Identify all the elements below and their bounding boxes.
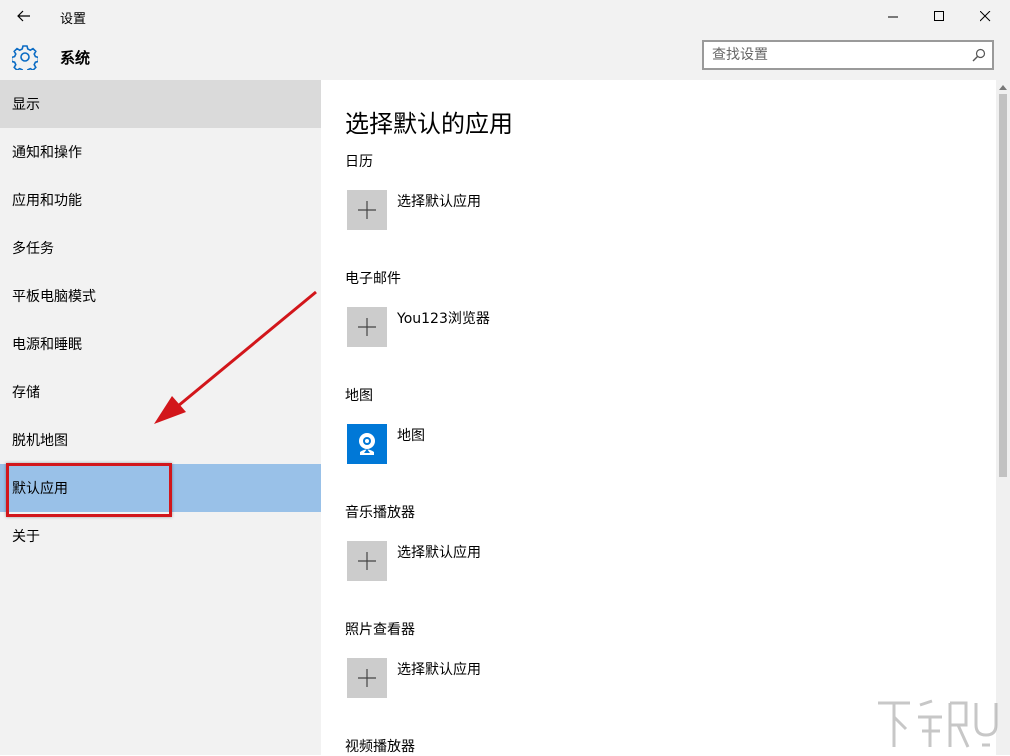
back-button[interactable]	[10, 4, 38, 28]
search-icon[interactable]	[972, 48, 986, 62]
annotation-highlight-box	[6, 463, 172, 517]
close-button[interactable]	[962, 0, 1008, 32]
sidebar-item-label: 显示	[12, 94, 40, 114]
page-title: 选择默认的应用	[345, 104, 513, 139]
vertical-scrollbar[interactable]	[996, 80, 1010, 755]
main-content: 选择默认的应用 日历 选择默认应用 电子邮件 You123浏览器 地图 地图 音…	[321, 80, 996, 755]
gear-icon	[12, 44, 38, 70]
sidebar-item-label: 平板电脑模式	[12, 286, 96, 306]
category-label-photo-viewer: 照片查看器	[345, 619, 415, 639]
sidebar-item-label: 电源和睡眠	[12, 334, 82, 354]
scroll-up-arrow-icon[interactable]	[999, 84, 1007, 90]
sidebar-item-label: 脱机地图	[12, 430, 68, 450]
annotation-arrow-icon	[150, 288, 325, 428]
window-title: 设置	[60, 8, 86, 27]
maximize-button[interactable]	[916, 0, 962, 32]
plus-icon	[358, 201, 376, 219]
maps-app-tile[interactable]	[347, 424, 387, 464]
category-label-maps: 地图	[345, 385, 373, 405]
photo-viewer-app-tile[interactable]	[347, 658, 387, 698]
minimize-icon	[888, 11, 899, 22]
music-player-app-name[interactable]: 选择默认应用	[397, 542, 481, 562]
sidebar-item-label: 存储	[12, 382, 40, 402]
search-box[interactable]	[702, 40, 994, 70]
section-title: 系统	[60, 47, 90, 68]
maps-app-name[interactable]: 地图	[397, 425, 425, 445]
sidebar-item-notifications[interactable]: 通知和操作	[0, 128, 321, 176]
header: 系统	[0, 32, 1010, 80]
back-arrow-icon	[17, 10, 31, 22]
maximize-icon	[934, 11, 945, 22]
plus-icon	[358, 318, 376, 336]
title-bar: 设置	[0, 0, 1010, 32]
email-app-name[interactable]: You123浏览器	[397, 308, 490, 328]
minimize-button[interactable]	[870, 0, 916, 32]
sidebar-item-display[interactable]: 显示	[0, 80, 321, 128]
category-label-video-player: 视频播放器	[345, 736, 415, 756]
sidebar-item-label: 关于	[12, 526, 40, 546]
category-label-music-player: 音乐播放器	[345, 502, 415, 522]
plus-icon	[358, 552, 376, 570]
sidebar-item-about[interactable]: 关于	[0, 512, 321, 560]
photo-viewer-app-name[interactable]: 选择默认应用	[397, 659, 481, 679]
watermark-logo	[872, 695, 1002, 755]
close-icon	[980, 11, 991, 22]
sidebar-item-label: 通知和操作	[12, 142, 82, 162]
plus-icon	[358, 669, 376, 687]
sidebar-item-multitasking[interactable]: 多任务	[0, 224, 321, 272]
email-app-tile[interactable]	[347, 307, 387, 347]
scrollbar-thumb[interactable]	[999, 94, 1007, 477]
sidebar-item-label: 应用和功能	[12, 190, 82, 210]
search-input[interactable]	[712, 46, 962, 64]
sidebar-item-label: 多任务	[12, 238, 54, 258]
category-label-calendar: 日历	[345, 151, 373, 171]
sidebar-item-apps-features[interactable]: 应用和功能	[0, 176, 321, 224]
maps-icon	[353, 430, 381, 458]
category-label-email: 电子邮件	[345, 268, 401, 288]
music-player-app-tile[interactable]	[347, 541, 387, 581]
calendar-app-name[interactable]: 选择默认应用	[397, 191, 481, 211]
calendar-app-tile[interactable]	[347, 190, 387, 230]
